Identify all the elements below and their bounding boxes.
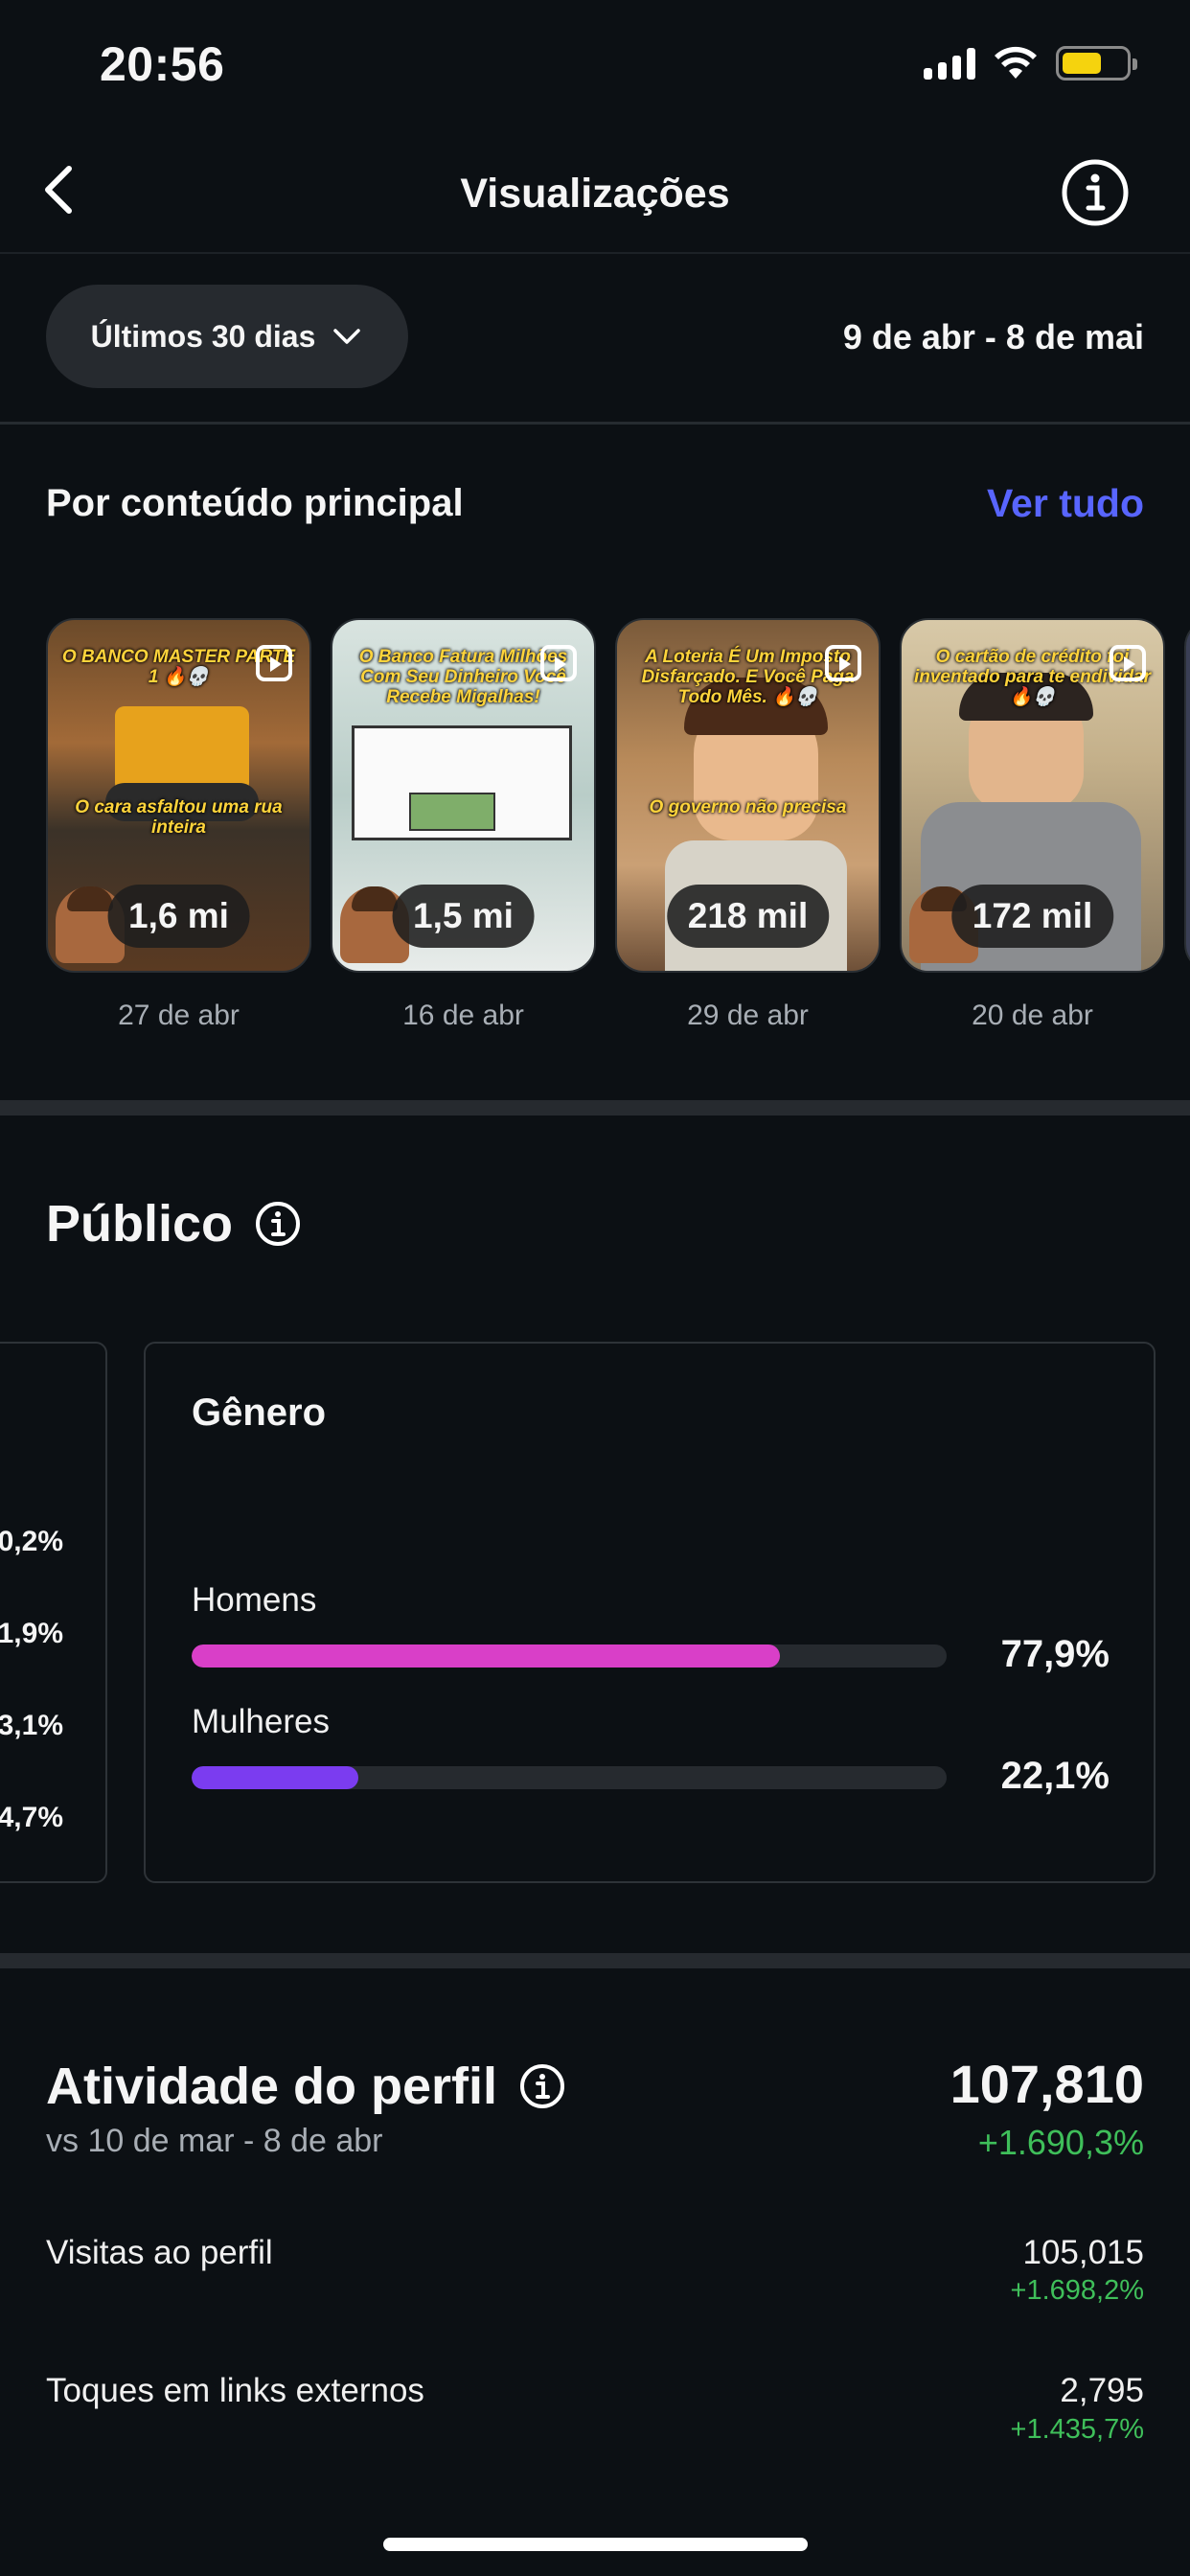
profile-activity-heading: Atividade do perfil bbox=[46, 2057, 566, 2116]
gender-bar-women bbox=[192, 1766, 359, 1789]
reel-icon bbox=[540, 645, 577, 681]
content-thumbnail: O Banco Fatura Milhões Com Seu Dinheiro … bbox=[331, 618, 596, 973]
audience-value: 3,1% bbox=[0, 1710, 63, 1741]
top-content-carousel[interactable]: O BANCO MASTER PARTE 1 🔥💀 O cara asfalto… bbox=[46, 618, 1190, 1030]
top-content-heading: Por conteúdo principal bbox=[46, 482, 464, 524]
filter-row: Últimos 30 dias 9 de abr - 8 de mai bbox=[0, 254, 1190, 425]
info-icon[interactable] bbox=[1060, 157, 1131, 228]
reel-icon bbox=[1110, 645, 1146, 681]
home-indicator[interactable] bbox=[383, 2538, 808, 2551]
content-caption-secondary: O cara asfaltou uma rua inteira bbox=[75, 797, 283, 838]
gender-bar-men bbox=[192, 1644, 780, 1668]
audience-value: 1,9% bbox=[0, 1618, 63, 1649]
profile-visits-change: +1.698,2% bbox=[1010, 2275, 1144, 2306]
view-count-badge: 172 mil bbox=[950, 885, 1114, 948]
gender-bar-track bbox=[192, 1766, 947, 1789]
gender-label-men: Homens bbox=[192, 1581, 317, 1619]
profile-visits-value: 105,015 bbox=[1022, 2234, 1144, 2271]
view-count-badge: 1,5 mi bbox=[392, 885, 535, 948]
audience-card-previous[interactable]: 0,2% 1,9% 3,1% 4,7% bbox=[0, 1342, 107, 1883]
external-link-taps-label: Toques em links externos bbox=[46, 2372, 424, 2409]
audience-title: Público bbox=[46, 1195, 234, 1253]
gender-percent-women: 22,1% bbox=[1000, 1755, 1110, 1797]
content-card[interactable]: O cartão de crédito foi inventado para t… bbox=[900, 618, 1165, 1030]
content-thumbnail: O BANCO MASTER PARTE 1 🔥💀 O cara asfalto… bbox=[46, 618, 311, 973]
profile-activity-comparison: vs 10 de mar - 8 de abr bbox=[46, 2123, 383, 2159]
external-link-taps-value: 2,795 bbox=[1060, 2372, 1144, 2409]
gender-label-women: Mulheres bbox=[192, 1703, 330, 1740]
date-range-dropdown[interactable]: Últimos 30 dias bbox=[46, 285, 408, 388]
content-thumbnail: A Loteria É Um Imposto Disfarçado. E Voc… bbox=[615, 618, 881, 973]
page-title: Visualizações bbox=[460, 171, 730, 217]
profile-activity-title: Atividade do perfil bbox=[46, 2058, 498, 2115]
content-card[interactable]: A Loteria É Um Imposto Disfarçado. E Voc… bbox=[615, 618, 881, 1030]
signal-icon bbox=[924, 47, 975, 80]
info-icon[interactable] bbox=[254, 1200, 302, 1248]
audience-value: 4,7% bbox=[0, 1802, 63, 1833]
gender-percent-men: 77,9% bbox=[1000, 1633, 1110, 1675]
profile-activity-total: 107,810 bbox=[950, 2054, 1144, 2114]
content-date: 20 de abr bbox=[972, 1000, 1093, 1030]
content-card[interactable]: O BANCO MASTER PARTE 1 🔥💀 O cara asfalto… bbox=[46, 618, 311, 1030]
battery-icon bbox=[1056, 46, 1137, 80]
content-card[interactable] bbox=[1184, 618, 1190, 973]
date-range-dropdown-label: Últimos 30 dias bbox=[90, 318, 316, 354]
content-date: 27 de abr bbox=[118, 1000, 240, 1030]
insights-screen: 20:56 Visualizações Últimos 30 dias 9 de… bbox=[0, 0, 1190, 2576]
content-date: 29 de abr bbox=[687, 1000, 809, 1030]
content-thumbnail bbox=[1184, 618, 1190, 973]
wifi-icon bbox=[995, 46, 1037, 79]
view-count-badge: 218 mil bbox=[666, 885, 830, 948]
date-range-text: 9 de abr - 8 de mai bbox=[842, 317, 1144, 356]
status-time: 20:56 bbox=[100, 37, 225, 91]
status-icons bbox=[924, 46, 1137, 80]
profile-activity-total-change: +1.690,3% bbox=[977, 2123, 1144, 2162]
chevron-down-icon bbox=[333, 329, 361, 344]
section-divider bbox=[0, 1100, 1190, 1116]
gender-title: Gênero bbox=[192, 1392, 327, 1434]
content-caption-secondary: O governo não precisa bbox=[649, 797, 847, 817]
external-link-taps-change: +1.435,7% bbox=[1010, 2414, 1144, 2445]
content-thumbnail: O cartão de crédito foi inventado para t… bbox=[900, 618, 1165, 973]
info-icon[interactable] bbox=[518, 2062, 566, 2110]
gender-bar-track bbox=[192, 1644, 947, 1668]
nav-bar: Visualizações bbox=[0, 134, 1190, 254]
status-bar: 20:56 bbox=[0, 0, 1190, 134]
content-date: 16 de abr bbox=[402, 1000, 524, 1030]
reel-icon bbox=[256, 645, 292, 681]
profile-visits-label: Visitas ao perfil bbox=[46, 2234, 273, 2271]
section-divider bbox=[0, 1953, 1190, 1968]
audience-value: 0,2% bbox=[0, 1526, 63, 1557]
content-card[interactable]: O Banco Fatura Milhões Com Seu Dinheiro … bbox=[331, 618, 596, 1030]
audience-heading: Público bbox=[46, 1194, 302, 1254]
reel-icon bbox=[825, 645, 861, 681]
gender-card[interactable]: Gênero Homens 77,9% Mulheres 22,1% bbox=[144, 1342, 1156, 1883]
see-all-link[interactable]: Ver tudo bbox=[987, 481, 1144, 526]
view-count-badge: 1,6 mi bbox=[107, 885, 250, 948]
